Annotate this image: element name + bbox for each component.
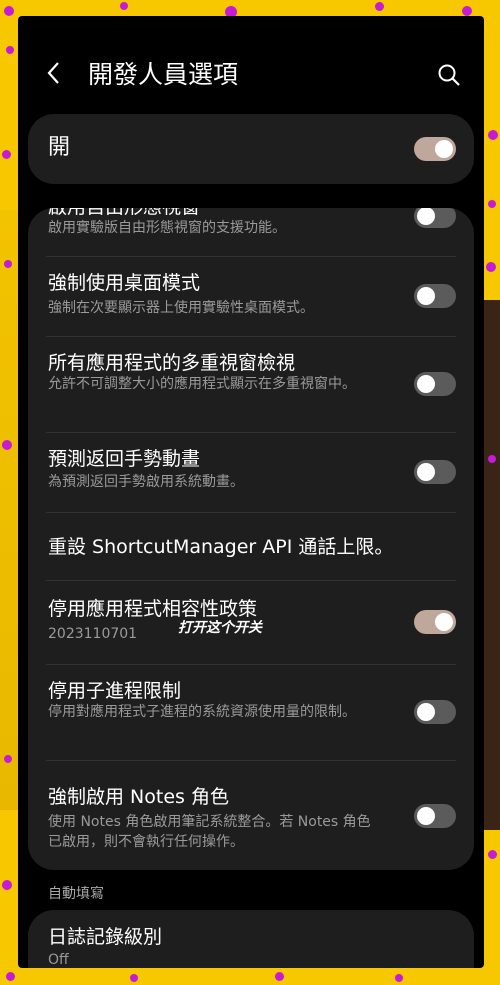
decor-dot: [462, 6, 472, 16]
back-button[interactable]: [46, 60, 62, 93]
setting-title: 強制使用桌面模式: [48, 272, 201, 294]
background-strip-left: [0, 210, 18, 810]
setting-subtitle: 停用對應用程式子進程的系統資源使用量的限制。: [48, 704, 356, 720]
setting-title: 日誌記錄級別: [48, 926, 163, 948]
setting-subtitle: 允許不可調整大小的應用程式顯示在多重視窗中。: [48, 376, 356, 392]
decor-dot: [4, 755, 12, 763]
setting-toggle[interactable]: [414, 372, 456, 396]
search-icon: [438, 64, 460, 86]
background-strip-right: [484, 300, 500, 830]
decor-dot: [375, 2, 384, 11]
setting-toggle[interactable]: [414, 804, 456, 828]
setting-toggle[interactable]: [414, 610, 456, 634]
setting-toggle[interactable]: [414, 460, 456, 484]
setting-subtitle: 使用 Notes 角色啟用筆記系統整合。若 Notes 角色已啟用，則不會執行任…: [48, 814, 371, 850]
decor-dot: [486, 262, 496, 272]
decor-dot: [2, 880, 12, 890]
decor-dot: [395, 974, 403, 982]
app-bar: 開發人員選項: [18, 16, 484, 116]
setting-toggle[interactable]: [414, 700, 456, 724]
chevron-left-icon: [47, 62, 59, 84]
setting-title: 停用子進程限制: [48, 680, 182, 702]
decor-dot: [4, 6, 14, 16]
setting-value: Off: [48, 952, 69, 968]
section-header-autofill: 自動填寫: [48, 886, 104, 902]
setting-predictive-back[interactable]: 預測返回手勢動畫 為預測返回手勢啟用系統動畫。: [28, 432, 474, 512]
setting-title: 所有應用程式的多重視窗檢視: [48, 352, 296, 374]
settings-card: 啟用自由形態視窗 啟用實驗版自由形態視窗的支援功能。 強制使用桌面模式 強制在次…: [28, 208, 474, 870]
decor-dot: [6, 972, 15, 981]
setting-title: 預測返回手勢動畫: [48, 448, 201, 470]
decor-dot: [6, 46, 14, 54]
decor-dot: [120, 2, 128, 10]
page-title: 開發人員選項: [88, 60, 239, 89]
decor-dot: [4, 260, 12, 268]
decor-dot: [2, 150, 11, 159]
decor-dot: [130, 974, 138, 982]
search-button[interactable]: [436, 62, 462, 88]
decor-dot: [488, 850, 497, 859]
setting-log-level[interactable]: 日誌記錄級別 Off: [28, 910, 474, 968]
setting-toggle[interactable]: [414, 284, 456, 308]
decor-dot: [488, 130, 498, 140]
annotation-caption: 打开这个开关: [178, 620, 262, 636]
setting-subtitle: 啟用實驗版自由形態視窗的支援功能。: [48, 220, 286, 236]
setting-force-notes-role[interactable]: 強制啟用 Notes 角色 使用 Notes 角色啟用筆記系統整合。若 Note…: [28, 760, 474, 870]
setting-disable-child-process-limit[interactable]: 停用子進程限制 停用對應用程式子進程的系統資源使用量的限制。: [28, 664, 474, 760]
decor-dot: [488, 455, 496, 463]
decor-dot: [275, 972, 284, 981]
setting-subtitle: 為預測返回手勢啟用系統動畫。: [48, 474, 244, 490]
setting-title: 重設 ShortcutManager API 通話上限。: [48, 536, 394, 558]
setting-subtitle: 強制在次要顯示器上使用實驗性桌面模式。: [48, 300, 314, 316]
setting-freeform-windows[interactable]: 啟用自由形態視窗 啟用實驗版自由形態視窗的支援功能。: [28, 208, 474, 256]
master-toggle[interactable]: [414, 137, 456, 161]
decor-dot: [2, 440, 12, 450]
decor-dot: [488, 200, 496, 208]
setting-title: 強制啟用 Notes 角色: [48, 786, 229, 808]
setting-reset-shortcutmanager[interactable]: 重設 ShortcutManager API 通話上限。: [28, 512, 474, 580]
phone-screen: 開發人員選項 開 啟用自由形態視窗 啟用實驗版自由形態視窗的支援功能。 強制使用…: [18, 16, 484, 968]
master-switch-label: 開: [48, 135, 71, 160]
setting-multiwindow-all-apps[interactable]: 所有應用程式的多重視窗檢視 允許不可調整大小的應用程式顯示在多重視窗中。: [28, 336, 474, 432]
setting-force-desktop-mode[interactable]: 強制使用桌面模式 強制在次要顯示器上使用實驗性桌面模式。: [28, 256, 474, 336]
master-switch-row[interactable]: 開: [28, 114, 474, 184]
setting-toggle[interactable]: [414, 208, 456, 228]
